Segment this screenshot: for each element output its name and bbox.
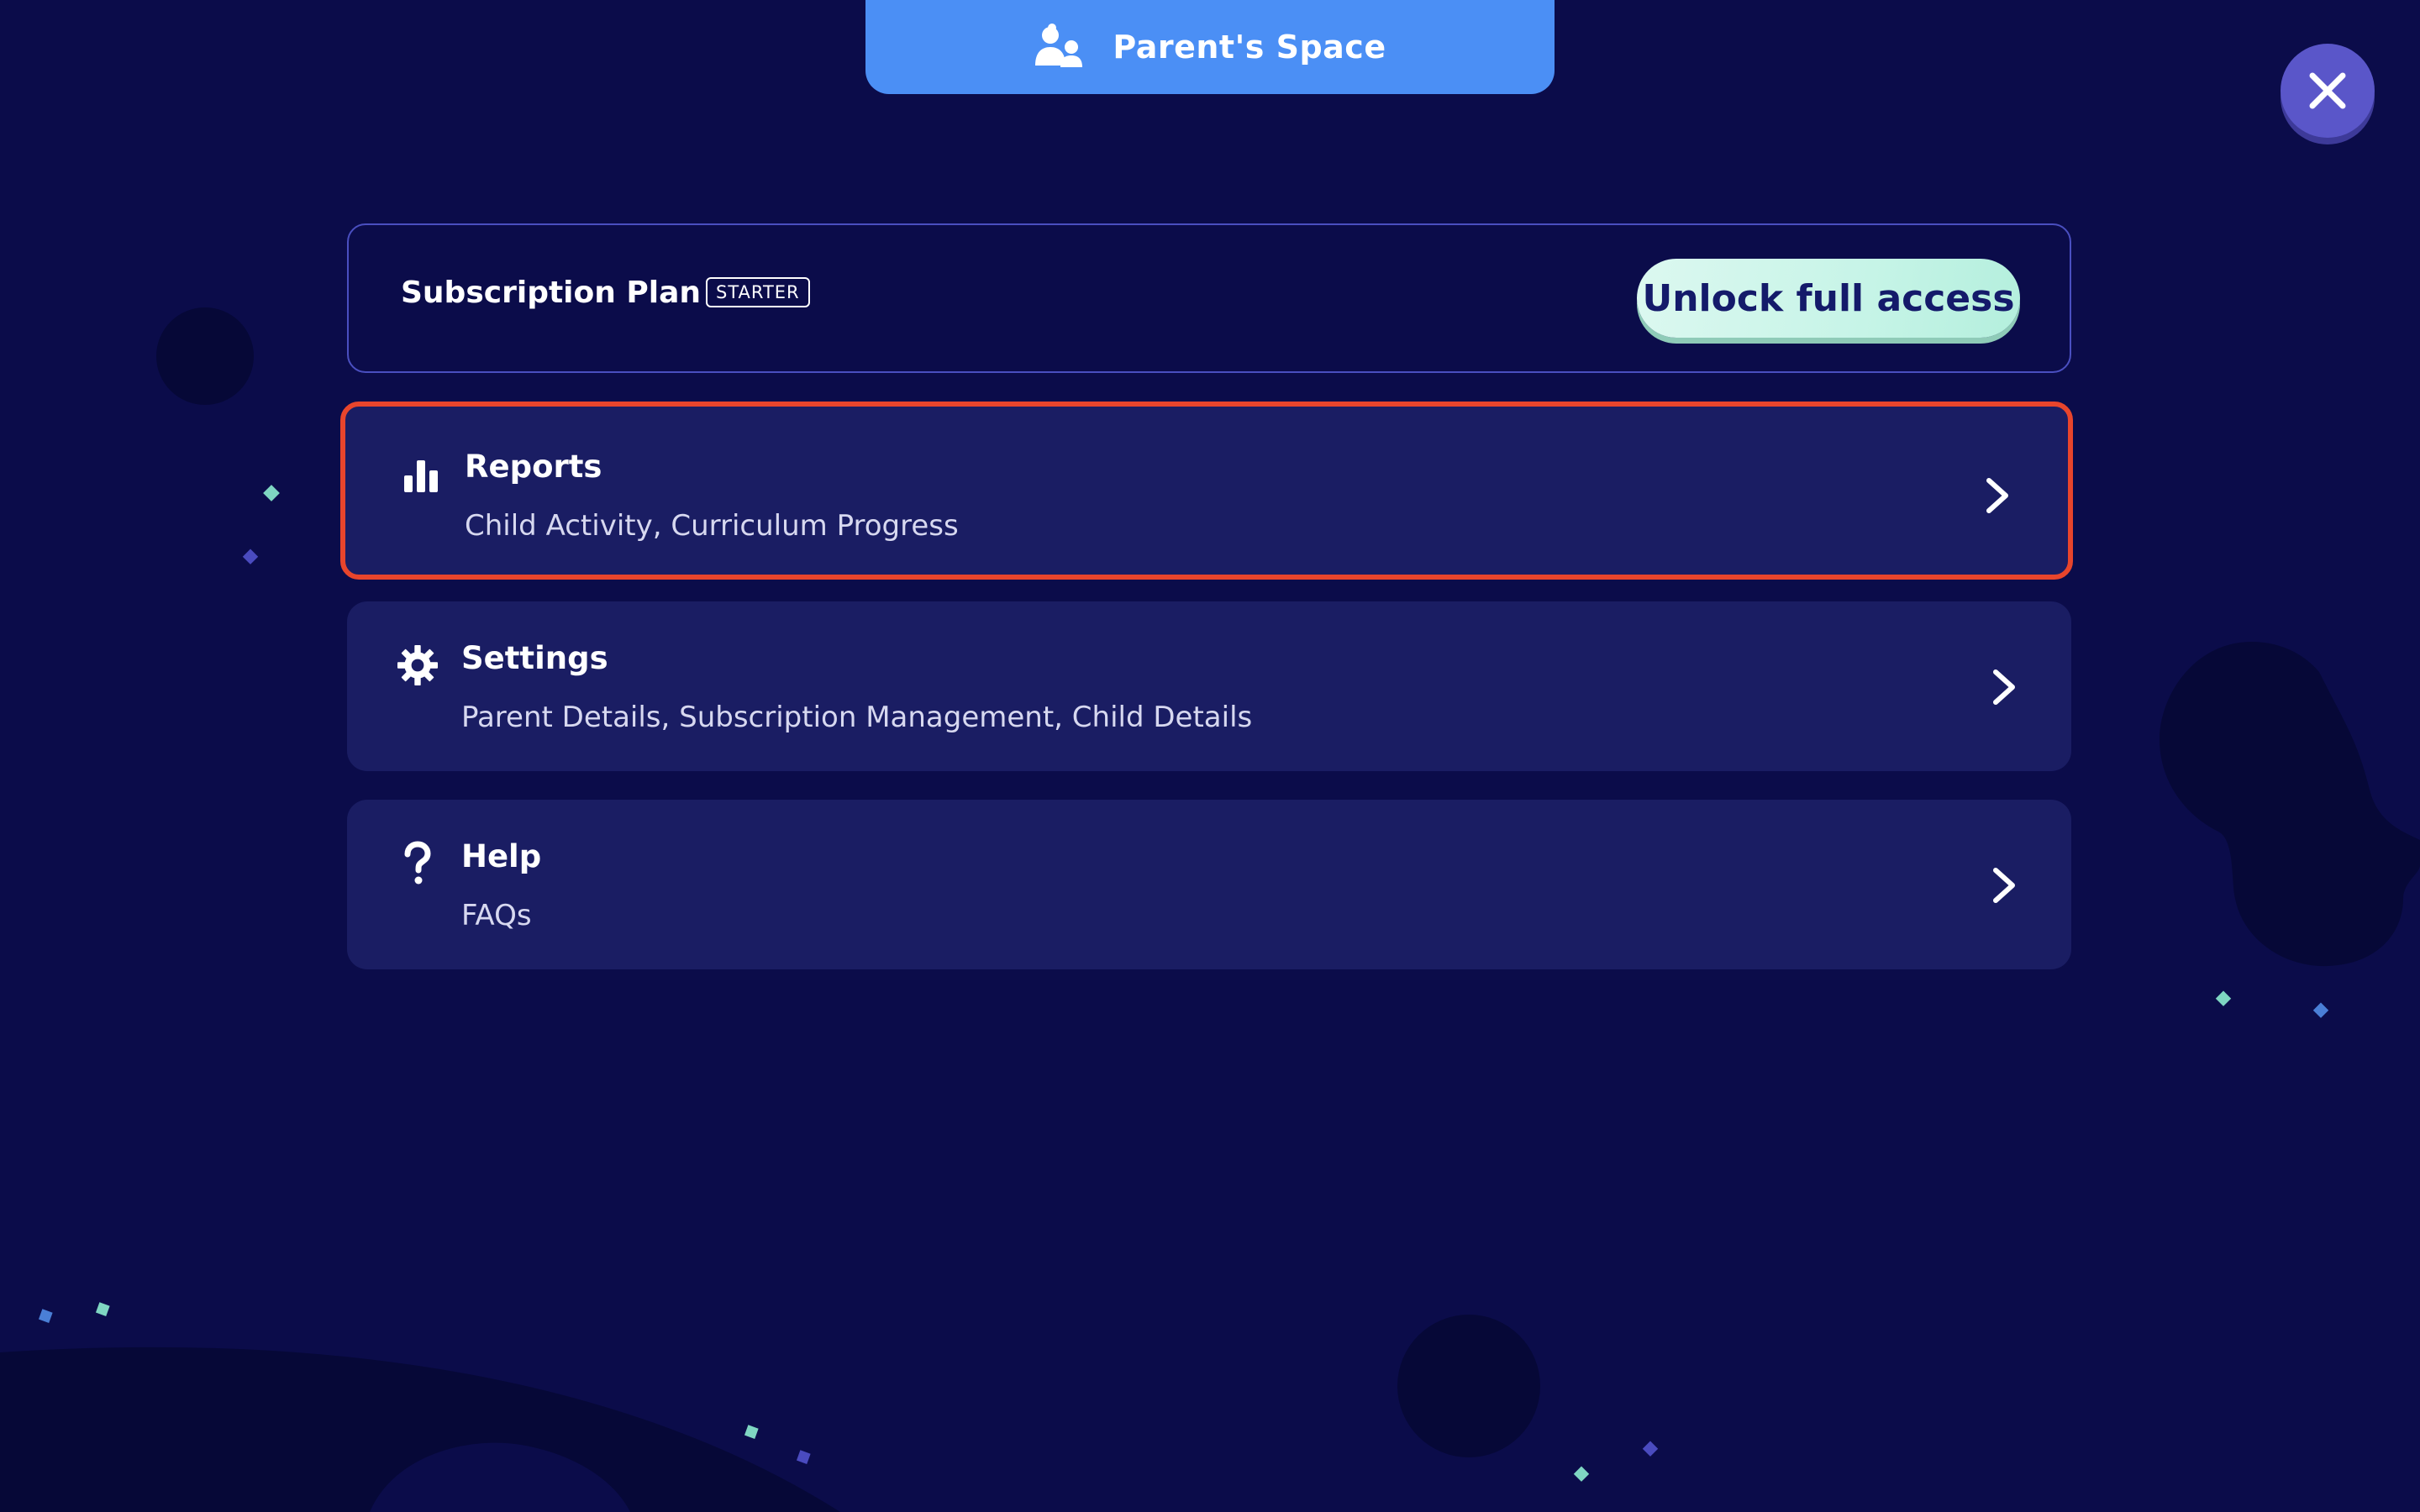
subscription-label: Subscription Plan [401,276,702,310]
parents-space-screen: Parent's Space Subscription Plan STARTER… [0,0,2420,1512]
unlock-full-access-button[interactable]: Unlock full access [1637,259,2020,338]
close-button[interactable] [2281,44,2375,138]
page-title: Parent's Space [1113,29,1386,66]
menu-item-help[interactable]: Help FAQs [347,800,2071,969]
chevron-right-icon [1986,478,2008,513]
menu-item-title: Settings [461,640,608,676]
chevron-right-icon [1993,669,2015,705]
close-icon [2309,72,2346,109]
bar-chart-icon [401,454,441,494]
subscription-card: Subscription Plan STARTER Unlock full ac… [347,223,2071,373]
menu-item-subtitle: FAQs [461,899,532,932]
question-mark-icon [397,841,438,885]
gear-icon [397,645,438,685]
menu-item-title: Help [461,838,542,874]
plan-badge: STARTER [706,277,810,307]
menu-item-subtitle: Parent Details, Subscription Management,… [461,701,1253,734]
menu-item-reports[interactable]: Reports Child Activity, Curriculum Progr… [340,402,2073,580]
header-tab: Parent's Space [865,0,1555,94]
chevron-right-icon [1993,868,2015,903]
menu-item-settings[interactable]: Settings Parent Details, Subscription Ma… [347,601,2071,771]
menu-item-subtitle: Child Activity, Curriculum Progress [465,509,959,543]
menu-item-title: Reports [465,449,602,485]
parent-child-icon [1034,24,1089,71]
